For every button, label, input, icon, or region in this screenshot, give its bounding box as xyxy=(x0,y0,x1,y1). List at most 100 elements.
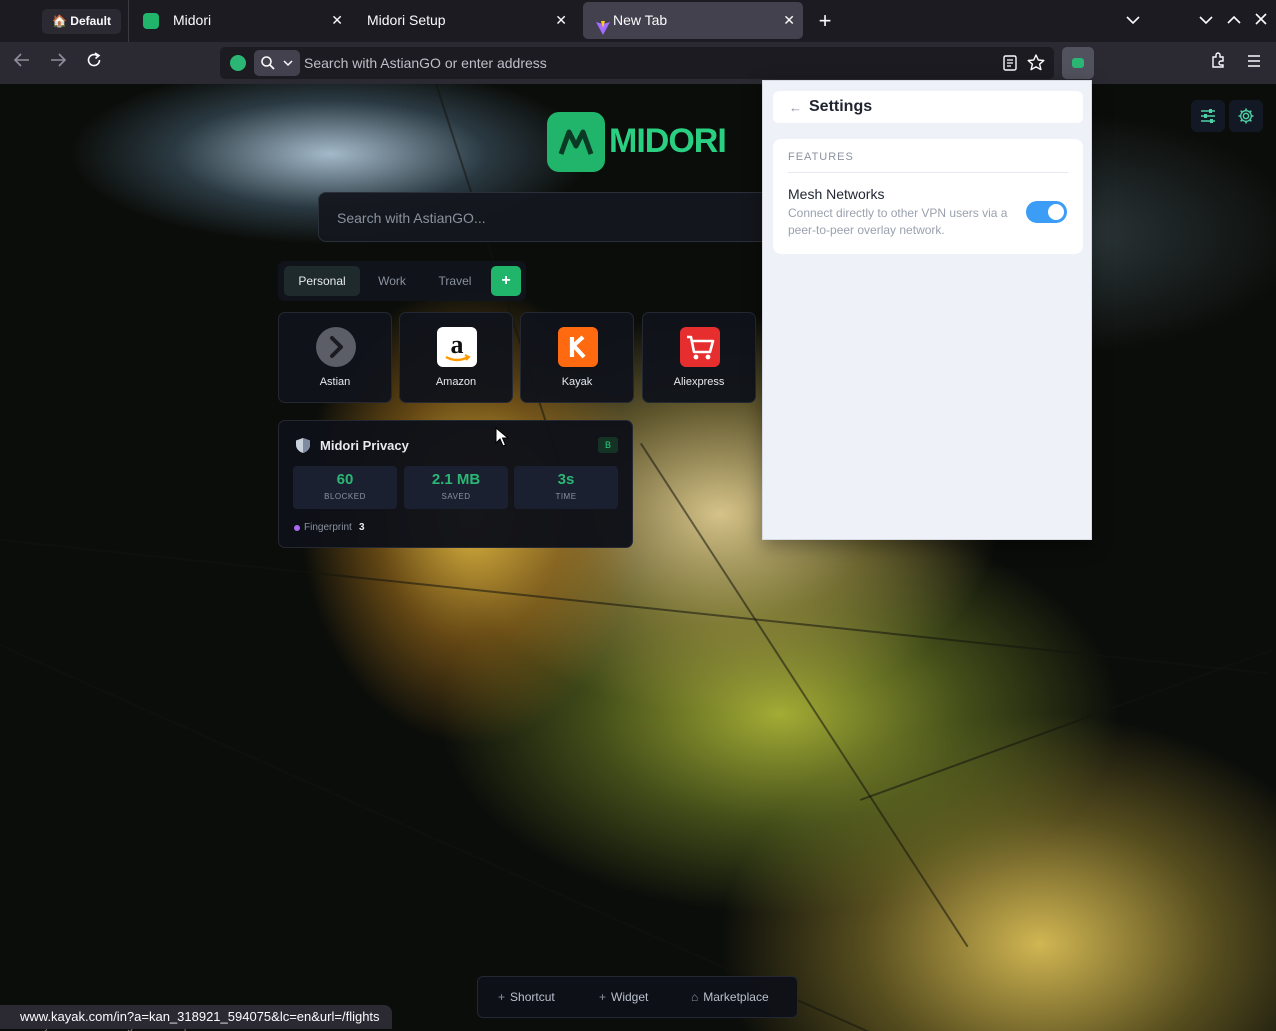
profile-label: Default xyxy=(70,14,111,28)
close-icon[interactable]: ✕ xyxy=(783,2,795,39)
shortcut-label: Amazon xyxy=(435,376,477,388)
bookmark-star-icon[interactable] xyxy=(1027,54,1045,76)
tab-separator xyxy=(128,0,129,42)
profile-button[interactable]: 🏠 Default xyxy=(42,9,121,34)
add-widget-button[interactable]: + Widget xyxy=(599,977,648,1017)
shortcut-astian[interactable]: Astian xyxy=(278,312,392,403)
tab-midori[interactable]: Midori ✕ xyxy=(131,2,351,39)
tab-midori-setup[interactable]: Midori Setup ✕ xyxy=(355,2,575,39)
stat-value: 2.1 MB xyxy=(431,471,481,488)
midori-logo: MIDORI xyxy=(547,112,727,174)
shortcut-groups: Personal Work Travel + xyxy=(278,261,526,301)
window-close-icon[interactable] xyxy=(1250,10,1272,32)
settings-popup: ← Settings FEATURES Mesh Networks Connec… xyxy=(762,80,1092,540)
stat-blocked: 60 BLOCKED xyxy=(293,466,397,509)
shortcut-amazon[interactable]: a Amazon xyxy=(399,312,513,403)
stat-label: BLOCKED xyxy=(324,492,366,501)
add-shortcut-label: Shortcut xyxy=(510,990,555,1004)
stat-time: 3s TIME xyxy=(514,466,618,509)
fingerprint-label: Fingerprint xyxy=(304,522,352,533)
back-arrow-icon[interactable]: ← xyxy=(789,91,802,125)
popup-title: Settings xyxy=(809,98,873,115)
stat-saved: 2.1 MB SAVED xyxy=(404,466,508,509)
background-photo-detail xyxy=(0,644,914,1031)
background-photo-detail xyxy=(0,539,1270,675)
fingerprint-count: 3 xyxy=(359,522,365,533)
extensions-icon[interactable] xyxy=(1207,52,1229,74)
group-tab-personal[interactable]: Personal xyxy=(284,266,360,296)
gear-icon xyxy=(1238,108,1254,124)
new-tab-button[interactable]: + xyxy=(814,10,836,32)
svg-text:a: a xyxy=(451,330,464,359)
marketplace-button[interactable]: ⌂ Marketplace xyxy=(691,977,769,1017)
forward-icon[interactable] xyxy=(47,52,69,74)
status-url-overlay: www.kayak.com/in?a=kan_318921_594075&lc=… xyxy=(0,1005,392,1029)
mesh-networks-toggle[interactable] xyxy=(1026,201,1067,223)
divider xyxy=(788,172,1068,173)
amazon-icon: a xyxy=(437,327,477,367)
sliders-icon xyxy=(1201,109,1215,123)
minimize-icon[interactable] xyxy=(1195,10,1217,32)
midori-logo-mark xyxy=(547,112,605,172)
url-bar[interactable]: Search with AstianGO or enter address xyxy=(220,47,1054,79)
shortcut-kayak[interactable]: Kayak xyxy=(520,312,634,403)
tab-label: Midori Setup xyxy=(367,12,446,28)
site-identity-icon[interactable] xyxy=(230,55,246,71)
group-tab-work[interactable]: Work xyxy=(364,266,420,296)
fingerprint-dot-icon xyxy=(294,525,300,531)
vite-icon xyxy=(595,13,611,35)
section-heading: FEATURES xyxy=(788,151,854,163)
tab-label: Midori xyxy=(173,12,212,28)
shortcut-label: Aliexpress xyxy=(673,376,725,388)
search-mode-switcher[interactable] xyxy=(254,50,300,76)
shortcut-label: Astian xyxy=(319,376,351,388)
navigation-toolbar: Search with AstianGO or enter address xyxy=(0,42,1276,84)
search-icon xyxy=(261,56,275,70)
chevron-down-icon xyxy=(283,60,293,67)
close-icon[interactable]: ✕ xyxy=(331,2,343,39)
maximize-icon[interactable] xyxy=(1223,10,1245,32)
group-tab-travel[interactable]: Travel xyxy=(424,266,486,296)
shortcut-aliexpress[interactable]: Aliexpress xyxy=(642,312,756,403)
privacy-widget[interactable]: Midori Privacy B 60 BLOCKED 2.1 MB SAVED… xyxy=(278,420,633,548)
tab-new-tab[interactable]: New Tab ✕ xyxy=(583,2,803,39)
url-input[interactable]: Search with AstianGO or enter address xyxy=(304,47,547,79)
shield-icon xyxy=(295,437,311,457)
midori-icon xyxy=(143,13,159,29)
privacy-title: Midori Privacy xyxy=(320,438,409,453)
house-icon: 🏠 xyxy=(52,14,67,28)
search-placeholder: Search with AstianGO... xyxy=(337,210,486,226)
chevron-right-icon xyxy=(316,327,356,367)
add-group-button[interactable]: + xyxy=(491,266,521,296)
close-icon[interactable]: ✕ xyxy=(555,2,567,39)
list-all-tabs-icon[interactable] xyxy=(1122,10,1144,32)
midori-extension-icon xyxy=(1072,58,1084,68)
shortcut-label: Kayak xyxy=(561,376,593,388)
tab-label: New Tab xyxy=(613,12,668,28)
logo-text: MIDORI xyxy=(609,122,727,160)
kayak-icon xyxy=(558,327,598,367)
stat-value: 60 xyxy=(336,471,354,488)
stat-label: SAVED xyxy=(441,492,471,501)
store-icon: ⌂ xyxy=(691,990,699,1004)
reader-view-icon[interactable] xyxy=(1003,55,1017,76)
mouse-cursor-icon xyxy=(495,427,509,447)
add-widget-label: Widget xyxy=(611,990,649,1004)
midori-extension-button[interactable] xyxy=(1062,47,1094,79)
features-card: FEATURES Mesh Networks Connect directly … xyxy=(773,139,1083,254)
back-icon[interactable] xyxy=(11,52,33,74)
settings-button[interactable] xyxy=(1229,100,1263,132)
background-photo-detail xyxy=(860,648,1275,801)
customize-sliders-button[interactable] xyxy=(1191,100,1225,132)
plus-icon: + xyxy=(599,990,607,1004)
add-shortcut-button[interactable]: + Shortcut xyxy=(498,977,555,1017)
popup-header: ← Settings xyxy=(773,91,1083,123)
newtab-search-input[interactable]: Search with AstianGO... xyxy=(318,192,778,242)
privacy-grade-badge: B xyxy=(598,437,618,453)
menu-icon[interactable] xyxy=(1243,52,1265,74)
stat-label: TIME xyxy=(555,492,577,501)
cart-icon xyxy=(680,327,720,367)
tab-strip: 🏠 Default Midori ✕ Midori Setup ✕ New Ta… xyxy=(0,0,1276,42)
reload-icon[interactable] xyxy=(83,52,105,74)
feature-description: Connect directly to other VPN users via … xyxy=(788,206,1008,237)
